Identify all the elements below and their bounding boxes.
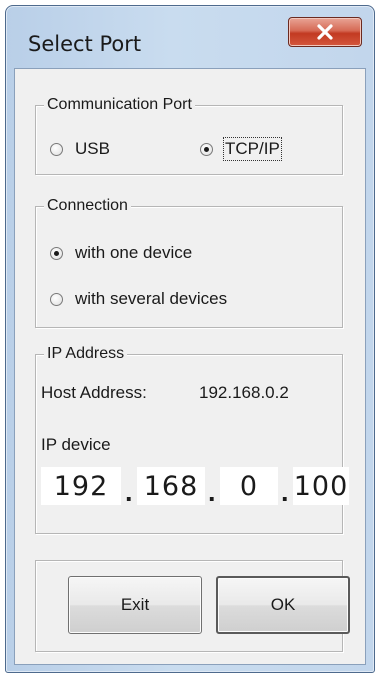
several-devices-radio-button[interactable] [50, 292, 63, 306]
communication-port-group: Communication Port USB TCP/IP [35, 95, 343, 175]
host-address-value: 192.168.0.2 [199, 383, 289, 402]
ip-separator-1: . [125, 477, 133, 507]
ip-octet-3-field[interactable]: 0 [220, 467, 278, 505]
ip-octet-2-field[interactable]: 168 [137, 467, 205, 505]
connection-group: Connection with one device with several … [35, 196, 343, 328]
title-bar[interactable]: Select Port [6, 6, 374, 66]
tcpip-radio-button[interactable] [200, 142, 213, 156]
window-title: Select Port [28, 32, 142, 56]
close-x-icon [316, 24, 334, 40]
ip-octet-4-field[interactable]: 100 [293, 467, 349, 505]
exit-button[interactable]: Exit [68, 576, 202, 634]
tcpip-radio-option[interactable]: TCP/IP [200, 137, 282, 161]
ip-device-label: IP device [41, 435, 111, 454]
tcpip-label: TCP/IP [223, 137, 282, 161]
one-device-radio-button[interactable] [50, 246, 63, 260]
usb-radio-option[interactable]: USB [50, 139, 110, 159]
ip-separator-2: . [208, 477, 216, 507]
close-button[interactable] [288, 17, 362, 47]
one-device-radio-option[interactable]: with one device [50, 243, 192, 263]
usb-label: USB [75, 139, 110, 158]
ip-octet-1-field[interactable]: 192 [41, 467, 121, 505]
several-devices-radio-option[interactable]: with several devices [50, 289, 227, 309]
ip-separator-3: . [281, 477, 289, 507]
communication-port-legend: Communication Port [44, 95, 195, 115]
several-devices-label: with several devices [75, 289, 228, 308]
connection-legend: Connection [44, 196, 131, 216]
ok-button[interactable]: OK [216, 576, 350, 634]
select-port-dialog: Select Port Communication Port USB TCP/I… [5, 5, 375, 673]
usb-radio-button[interactable] [50, 142, 63, 156]
host-address-label: Host Address: [41, 383, 147, 402]
dialog-client-area: Communication Port USB TCP/IP Connection… [14, 68, 366, 665]
ip-address-legend: IP Address [44, 344, 128, 364]
one-device-label: with one device [75, 243, 193, 262]
